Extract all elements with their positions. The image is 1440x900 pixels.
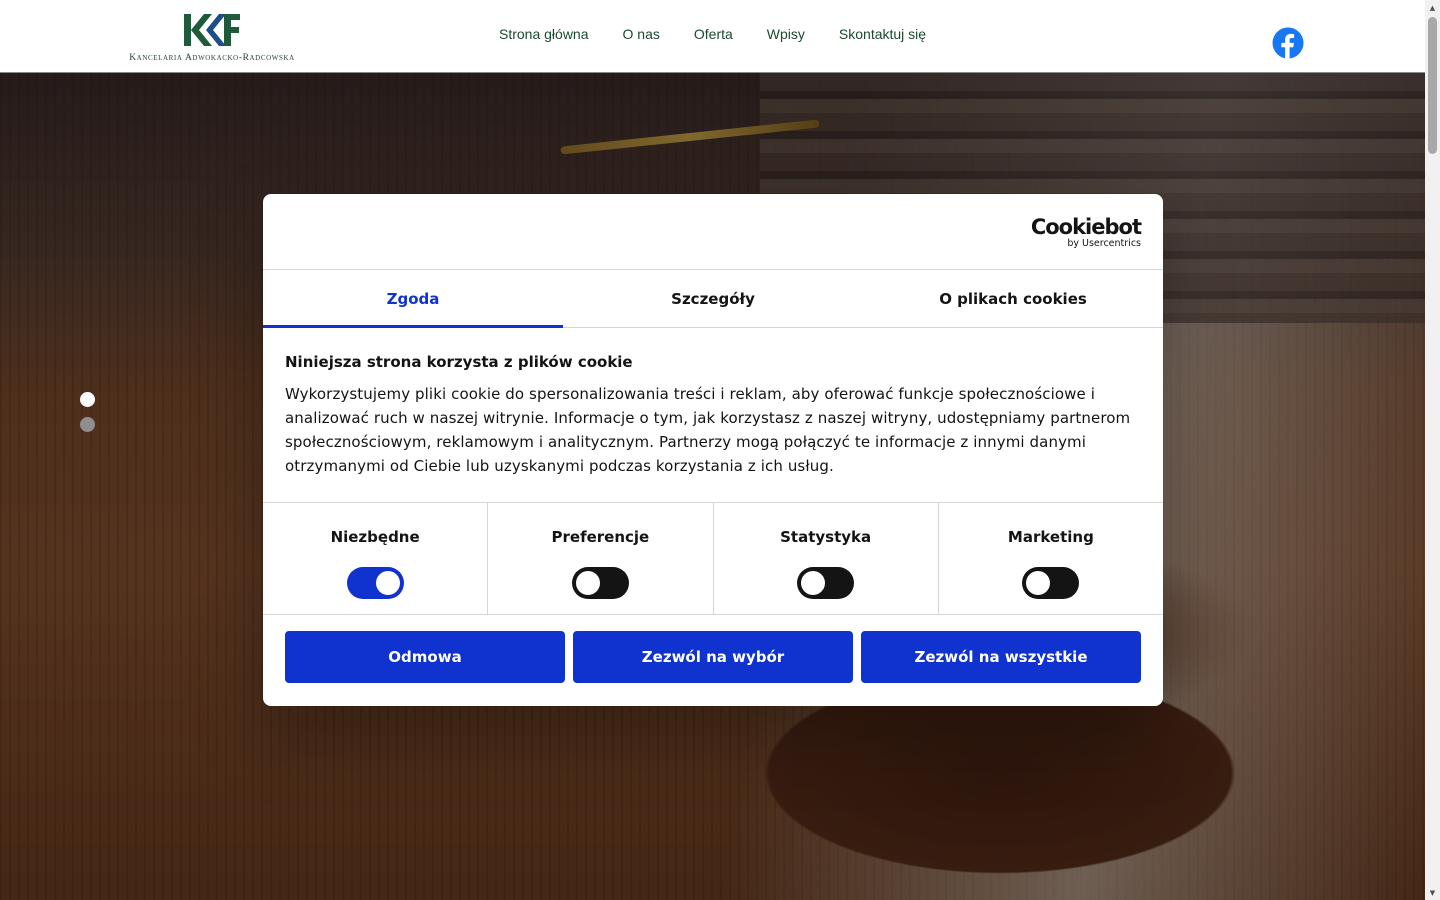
slider-dot-2[interactable]	[80, 417, 95, 432]
scroll-down-arrow-icon[interactable]: ▼	[1425, 885, 1440, 900]
dialog-header: Cookiebot by Usercentrics	[263, 194, 1163, 270]
kkf-logo-mark	[184, 14, 240, 46]
dialog-buttons: Odmowa Zezwól na wybór Zezwól na wszystk…	[263, 615, 1163, 683]
deny-button[interactable]: Odmowa	[285, 631, 565, 683]
statistics-toggle[interactable]	[797, 567, 855, 599]
tab-consent[interactable]: Zgoda	[263, 270, 563, 328]
category-label: Statystyka	[780, 528, 872, 546]
nav-posts[interactable]: Wpisy	[750, 24, 822, 44]
marketing-toggle[interactable]	[1022, 567, 1080, 599]
cookiebot-brand: Cookiebot	[1030, 215, 1142, 239]
logo-subtitle: Kancelaria Adwokacko-Radcowska	[129, 53, 295, 63]
category-preferences: Preferencje	[487, 503, 712, 614]
slider-dots	[80, 392, 95, 442]
logo[interactable]: Kancelaria Adwokacko-Radcowska	[123, 12, 301, 66]
consent-categories: Niezbędne Preferencje Statystyka Marketi…	[263, 502, 1163, 615]
dialog-description: Wykorzystujemy pliki cookie do spersonal…	[285, 385, 1131, 475]
category-label: Niezbędne	[330, 528, 420, 546]
nav-home[interactable]: Strona główna	[482, 24, 606, 44]
toggle-knob	[375, 571, 400, 595]
dialog-body: Niniejsza strona korzysta z plików cooki…	[263, 328, 1163, 502]
toggle-knob	[575, 571, 600, 595]
cookiebot-by: by Usercentrics	[1067, 238, 1141, 249]
toggle-knob	[1026, 571, 1051, 595]
facebook-icon[interactable]	[1272, 27, 1304, 59]
nav-about[interactable]: O nas	[606, 24, 677, 44]
nav-offer[interactable]: Oferta	[677, 24, 750, 44]
page-scrollbar[interactable]: ▲ ▼	[1425, 0, 1440, 900]
tab-details[interactable]: Szczegóły	[563, 270, 863, 327]
nav-contact[interactable]: Skontaktuj się	[822, 24, 943, 44]
cookiebot-logo[interactable]: Cookiebot by Usercentrics	[1030, 215, 1142, 249]
toggle-knob	[801, 571, 826, 595]
category-label: Preferencje	[551, 528, 650, 546]
cookie-consent-dialog: Cookiebot by Usercentrics Zgoda Szczegół…	[263, 194, 1163, 706]
necessary-toggle[interactable]	[346, 567, 404, 599]
scroll-thumb[interactable]	[1428, 17, 1437, 154]
main-nav: Strona główna O nas Oferta Wpisy Skontak…	[482, 24, 943, 44]
slider-dot-1[interactable]	[80, 392, 95, 407]
category-statistics: Statystyka	[712, 503, 938, 614]
scroll-up-arrow-icon[interactable]: ▲	[1425, 0, 1440, 15]
allow-selection-button[interactable]: Zezwól na wybór	[573, 631, 853, 683]
category-necessary: Niezbędne	[263, 503, 487, 614]
dialog-title: Niniejsza strona korzysta z plików cooki…	[285, 353, 633, 371]
preferences-toggle[interactable]	[571, 567, 629, 599]
category-marketing: Marketing	[937, 503, 1163, 614]
tab-about-cookies[interactable]: O plikach cookies	[863, 270, 1163, 327]
site-header: Kancelaria Adwokacko-Radcowska Strona gł…	[0, 0, 1425, 73]
allow-all-button[interactable]: Zezwól na wszystkie	[861, 631, 1141, 683]
category-label: Marketing	[1007, 528, 1094, 546]
dialog-tabs: Zgoda Szczegóły O plikach cookies	[263, 270, 1163, 328]
